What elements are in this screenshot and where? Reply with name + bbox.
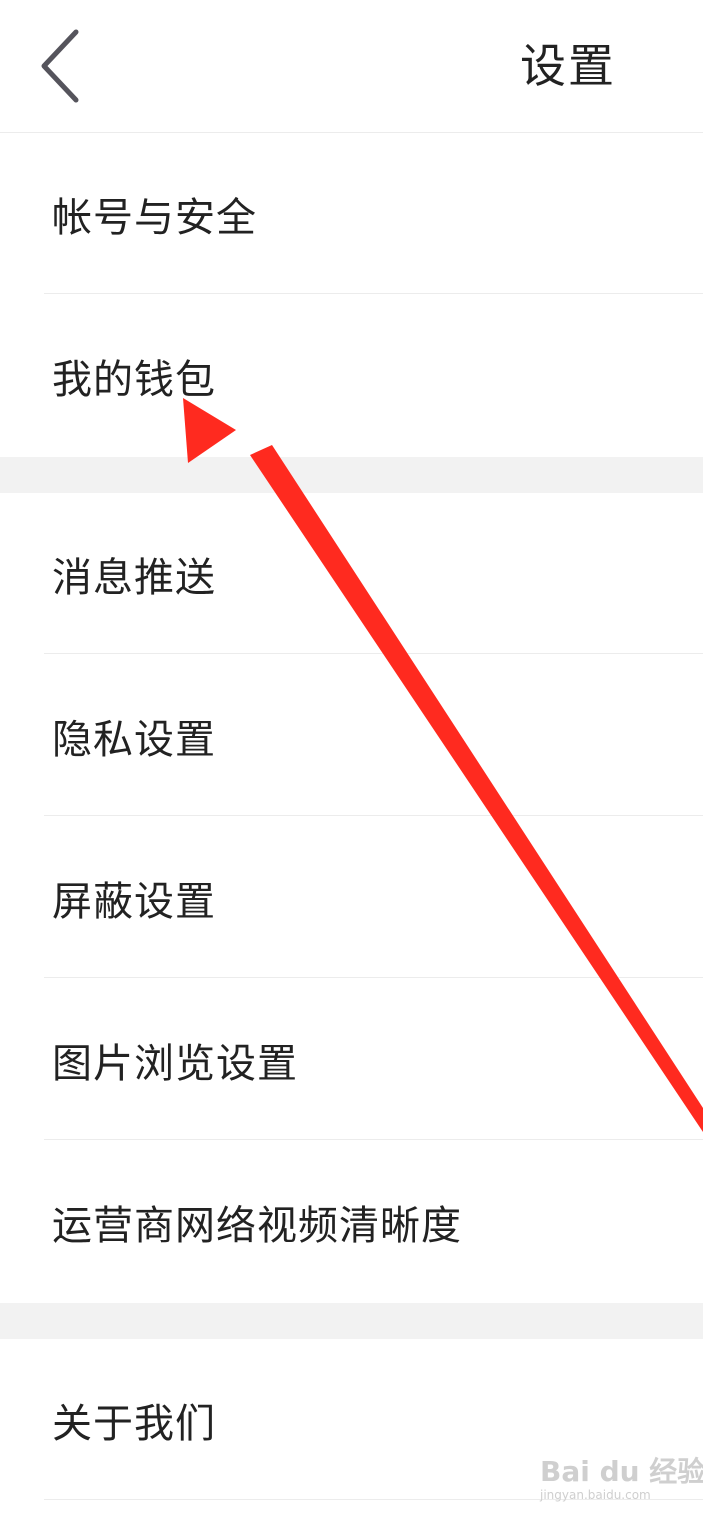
menu-item-privacy-settings[interactable]: 隐私设置 xyxy=(0,655,703,816)
back-button[interactable] xyxy=(28,24,98,110)
watermark-url: jingyan.baidu.com xyxy=(540,1488,651,1502)
menu-item-my-wallet[interactable]: 我的钱包 xyxy=(0,295,703,456)
menu-item-label: 帐号与安全 xyxy=(52,194,257,241)
nav-header: 设置 xyxy=(0,0,703,133)
divider xyxy=(44,815,703,816)
menu-item-label: 运营商网络视频清晰度 xyxy=(52,1202,462,1249)
section-gap xyxy=(0,1303,703,1339)
divider xyxy=(44,977,703,978)
menu-item-label: 图片浏览设置 xyxy=(52,1040,298,1087)
menu-item-label: 消息推送 xyxy=(52,554,216,601)
divider xyxy=(44,1139,703,1140)
menu-item-label: 关于我们 xyxy=(52,1400,216,1447)
page-title: 设置 xyxy=(520,39,616,93)
menu-item-carrier-video-quality[interactable]: 运营商网络视频清晰度 xyxy=(0,1141,703,1302)
menu-item-message-push[interactable]: 消息推送 xyxy=(0,493,703,654)
menu-item-label: 屏蔽设置 xyxy=(52,878,216,925)
divider xyxy=(44,293,703,294)
menu-item-account-security[interactable]: 帐号与安全 xyxy=(0,133,703,294)
menu-item-block-settings[interactable]: 屏蔽设置 xyxy=(0,817,703,978)
menu-item-label: 我的钱包 xyxy=(52,356,216,403)
menu-item-label: 隐私设置 xyxy=(52,716,216,763)
chevron-left-icon xyxy=(41,29,79,103)
watermark: Bai du 经验 jingyan.baidu.com xyxy=(540,1440,703,1510)
settings-screen: 设置 帐号与安全 我的钱包 消息推送 隐私设置 屏蔽设置 图片浏览设置 运营商网… xyxy=(0,0,703,1519)
watermark-logo: Bai du 经验 xyxy=(540,1455,703,1488)
section-gap xyxy=(0,457,703,493)
menu-item-image-browse-settings[interactable]: 图片浏览设置 xyxy=(0,979,703,1140)
divider xyxy=(44,653,703,654)
